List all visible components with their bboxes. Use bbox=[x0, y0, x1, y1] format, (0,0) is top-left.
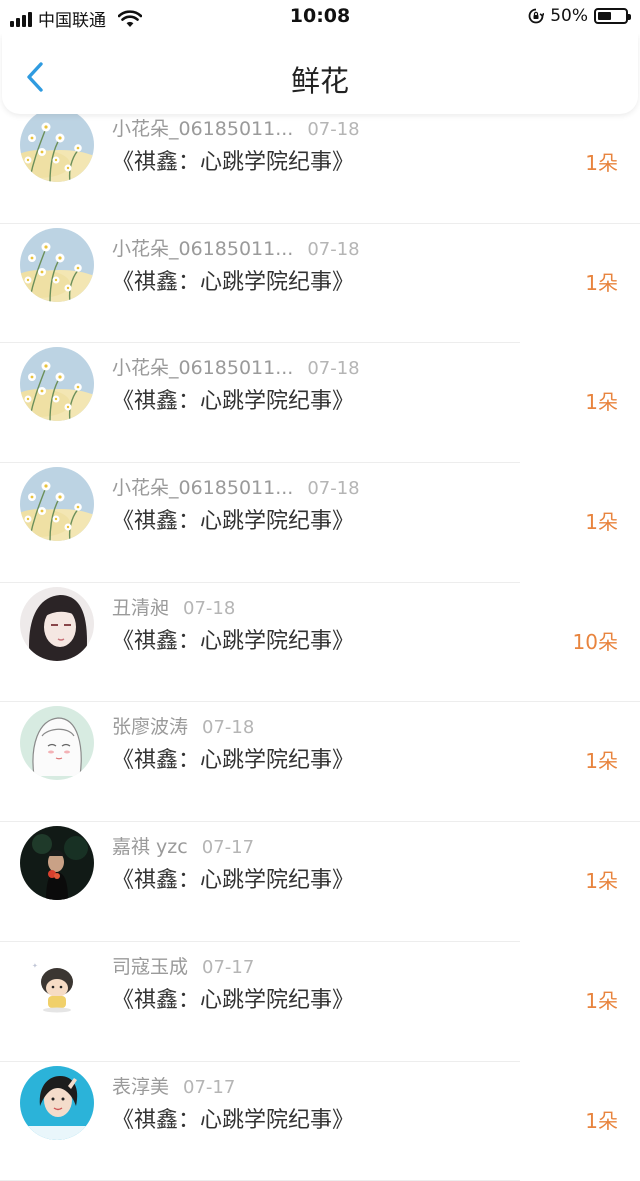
flower-quantity: 1朵 bbox=[585, 506, 618, 535]
gift-date: 07-18 bbox=[307, 358, 359, 379]
sender-name: 张廖波涛 07-18 bbox=[112, 712, 254, 739]
gift-date: 07-18 bbox=[183, 598, 235, 619]
avatar[interactable] bbox=[20, 467, 94, 541]
sender-name-text: 司寇玉成 bbox=[112, 956, 188, 978]
list-item[interactable]: 小花朵_06185011... 07-18 《祺鑫：心跳学院纪事》 1朵 bbox=[0, 104, 640, 224]
avatar[interactable] bbox=[20, 347, 94, 421]
svg-text:✦: ✦ bbox=[32, 962, 38, 970]
sender-name-text: 表淳美 bbox=[112, 1076, 169, 1098]
sender-name-text: 小花朵_06185011... bbox=[112, 357, 293, 379]
battery-percent: 50% bbox=[550, 6, 588, 26]
flower-quantity: 1朵 bbox=[585, 386, 618, 415]
flower-quantity: 1朵 bbox=[585, 985, 618, 1014]
flower-quantity: 1朵 bbox=[585, 147, 618, 176]
book-title[interactable]: 《祺鑫：心跳学院纪事》 bbox=[112, 503, 354, 535]
book-title[interactable]: 《祺鑫：心跳学院纪事》 bbox=[112, 264, 354, 296]
list-item[interactable]: 小花朵_06185011... 07-18 《祺鑫：心跳学院纪事》 1朵 bbox=[0, 224, 640, 344]
daisy-avatar-icon bbox=[20, 108, 94, 182]
avatar[interactable] bbox=[20, 228, 94, 302]
gift-date: 07-18 bbox=[307, 119, 359, 140]
gift-date: 07-17 bbox=[183, 1077, 235, 1098]
cartoon-boy-avatar-icon: ✦ bbox=[20, 946, 94, 1020]
rotation-lock-icon bbox=[528, 8, 544, 24]
sketch-girl-avatar-icon bbox=[20, 706, 94, 780]
gift-date: 07-17 bbox=[202, 957, 254, 978]
list-item[interactable]: 嘉祺 yzc 07-17 《祺鑫：心跳学院纪事》 1朵 bbox=[0, 822, 640, 942]
book-title[interactable]: 《祺鑫：心跳学院纪事》 bbox=[112, 1102, 354, 1134]
avatar[interactable] bbox=[20, 108, 94, 182]
daisy-avatar-icon bbox=[20, 467, 94, 541]
battery-icon bbox=[594, 8, 628, 24]
avatar[interactable] bbox=[20, 1066, 94, 1140]
sender-name-text: 小花朵_06185011... bbox=[112, 238, 293, 260]
avatar[interactable] bbox=[20, 706, 94, 780]
sender-name: 小花朵_06185011... 07-18 bbox=[112, 473, 360, 500]
avatar[interactable] bbox=[20, 587, 94, 661]
sender-name: 嘉祺 yzc 07-17 bbox=[112, 832, 254, 859]
battery-fill bbox=[598, 12, 611, 20]
gift-date: 07-18 bbox=[202, 717, 254, 738]
sender-name: 表淳美 07-17 bbox=[112, 1072, 235, 1099]
sender-name: 小花朵_06185011... 07-18 bbox=[112, 114, 360, 141]
page-title: 鲜花 bbox=[2, 58, 638, 100]
daisy-avatar-icon bbox=[20, 228, 94, 302]
avatar[interactable] bbox=[20, 826, 94, 900]
sender-name: 小花朵_06185011... 07-18 bbox=[112, 353, 360, 380]
gift-date: 07-18 bbox=[307, 239, 359, 260]
flower-quantity: 10朵 bbox=[573, 626, 618, 655]
flower-quantity: 1朵 bbox=[585, 1105, 618, 1134]
sender-name-text: 小花朵_06185011... bbox=[112, 477, 293, 499]
list-item[interactable]: 丑清昶 07-18 《祺鑫：心跳学院纪事》 10朵 bbox=[0, 583, 640, 703]
sender-name: 丑清昶 07-18 bbox=[112, 593, 235, 620]
book-title[interactable]: 《祺鑫：心跳学院纪事》 bbox=[112, 862, 354, 894]
list-item[interactable]: 小花朵_06185011... 07-18 《祺鑫：心跳学院纪事》 1朵 bbox=[0, 343, 640, 463]
sender-name-text: 嘉祺 yzc bbox=[112, 836, 188, 858]
list-item[interactable]: 表淳美 07-17 《祺鑫：心跳学院纪事》 1朵 bbox=[0, 1062, 640, 1181]
gift-date: 07-18 bbox=[307, 478, 359, 499]
list-item[interactable]: ✦ 司寇玉成 07-17 《祺鑫：心跳学院纪事》 1朵 bbox=[0, 942, 640, 1062]
sender-name-text: 张廖波涛 bbox=[112, 716, 188, 738]
sender-name-text: 小花朵_06185011... bbox=[112, 118, 293, 140]
sender-name-text: 丑清昶 bbox=[112, 597, 169, 619]
book-title[interactable]: 《祺鑫：心跳学院纪事》 bbox=[112, 383, 354, 415]
book-title[interactable]: 《祺鑫：心跳学院纪事》 bbox=[112, 144, 354, 176]
book-title[interactable]: 《祺鑫：心跳学院纪事》 bbox=[112, 742, 354, 774]
list-item[interactable]: 小花朵_06185011... 07-18 《祺鑫：心跳学院纪事》 1朵 bbox=[0, 463, 640, 583]
flower-quantity: 1朵 bbox=[585, 865, 618, 894]
flower-quantity: 1朵 bbox=[585, 745, 618, 774]
flower-gift-list: 小花朵_06185011... 07-18 《祺鑫：心跳学院纪事》 1朵 小花朵_06… bbox=[0, 104, 640, 1181]
sender-name: 司寇玉成 07-17 bbox=[112, 952, 254, 979]
photo-girl-avatar-icon bbox=[20, 1066, 94, 1140]
status-bar: 中国联通 10:08 50% bbox=[0, 0, 640, 34]
sender-name: 小花朵_06185011... 07-18 bbox=[112, 234, 360, 261]
list-item[interactable]: 张廖波涛 07-18 《祺鑫：心跳学院纪事》 1朵 bbox=[0, 702, 640, 822]
anime-girl-avatar-icon bbox=[20, 587, 94, 661]
status-right: 50% bbox=[528, 6, 628, 26]
avatar[interactable]: ✦ bbox=[20, 946, 94, 1020]
book-title[interactable]: 《祺鑫：心跳学院纪事》 bbox=[112, 623, 354, 655]
book-title[interactable]: 《祺鑫：心跳学院纪事》 bbox=[112, 982, 354, 1014]
daisy-avatar-icon bbox=[20, 347, 94, 421]
dark-photo-avatar-icon bbox=[20, 826, 94, 900]
gift-date: 07-17 bbox=[202, 837, 254, 858]
nav-bar: 鲜花 bbox=[2, 34, 638, 114]
flower-quantity: 1朵 bbox=[585, 267, 618, 296]
